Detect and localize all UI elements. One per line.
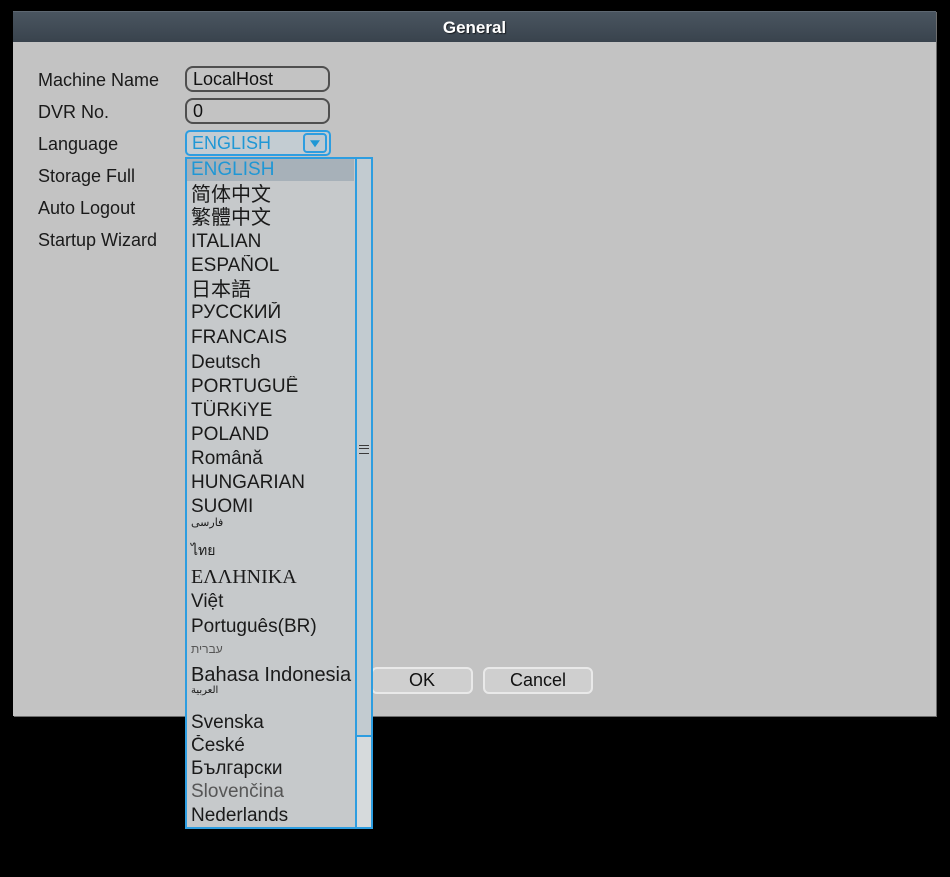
language-label: Language bbox=[38, 133, 118, 155]
dialog-titlebar: General bbox=[13, 11, 936, 42]
scrollbar-grip-icon bbox=[359, 445, 369, 454]
screen-background: General Machine Name DVR No. Language St… bbox=[0, 0, 950, 877]
language-option[interactable]: فارسی bbox=[187, 516, 354, 530]
auto-logout-label: Auto Logout bbox=[38, 197, 135, 219]
language-option[interactable]: HUNGARIAN bbox=[187, 472, 354, 494]
language-option[interactable]: Deutsch bbox=[187, 352, 354, 374]
language-option[interactable]: TÜRKiYE bbox=[187, 400, 354, 422]
machine-name-input[interactable] bbox=[185, 66, 330, 92]
cancel-button[interactable]: Cancel bbox=[483, 667, 593, 694]
language-option[interactable]: ไทย bbox=[187, 541, 354, 559]
scrollbar-thumb[interactable] bbox=[357, 159, 371, 737]
language-option[interactable]: České bbox=[187, 735, 354, 757]
language-option[interactable]: ITALIAN bbox=[187, 231, 354, 253]
language-option[interactable]: עברית bbox=[187, 642, 354, 657]
dvr-no-label: DVR No. bbox=[38, 101, 109, 123]
startup-wizard-label: Startup Wizard bbox=[38, 229, 157, 251]
language-option[interactable]: ESPAÑOL bbox=[187, 255, 354, 277]
language-option[interactable]: Română bbox=[187, 448, 354, 470]
language-option[interactable]: РУССКИЙ bbox=[187, 302, 354, 324]
language-select-value: ENGLISH bbox=[192, 132, 271, 154]
general-settings-dialog: General Machine Name DVR No. Language St… bbox=[13, 11, 936, 716]
language-option[interactable]: العربية bbox=[187, 684, 354, 697]
language-option[interactable]: ΕΛΛΗΝΙΚΑ bbox=[187, 565, 354, 589]
language-option[interactable]: ENGLISH bbox=[187, 159, 354, 181]
language-select[interactable]: ENGLISH bbox=[185, 130, 331, 156]
dropdown-scrollbar[interactable] bbox=[355, 159, 371, 827]
language-option[interactable]: POLAND bbox=[187, 424, 354, 446]
dialog-title: General bbox=[13, 12, 936, 43]
language-option[interactable]: Български bbox=[187, 758, 354, 780]
storage-full-label: Storage Full bbox=[38, 165, 135, 187]
ok-button[interactable]: OK bbox=[371, 667, 473, 694]
language-option[interactable]: Việt bbox=[187, 591, 354, 613]
language-option[interactable]: Nederlands bbox=[187, 805, 354, 827]
dvr-no-input[interactable] bbox=[185, 98, 330, 124]
language-option[interactable]: FRANCAIS bbox=[187, 327, 354, 349]
language-option[interactable]: Slovenčina bbox=[187, 781, 354, 803]
chevron-down-icon bbox=[310, 140, 320, 147]
language-option[interactable]: PORTUGUÊ bbox=[187, 376, 354, 398]
machine-name-label: Machine Name bbox=[38, 69, 159, 91]
language-option[interactable]: 简体中文 bbox=[187, 183, 354, 207]
language-option[interactable]: SUOMI bbox=[187, 496, 354, 518]
language-option[interactable]: Svenska bbox=[187, 712, 354, 734]
language-select-arrow-button[interactable] bbox=[303, 133, 327, 153]
language-dropdown-list: ENGLISH简体中文繁體中文ITALIANESPAÑOL日本語РУССКИЙ F… bbox=[185, 157, 373, 829]
language-option[interactable]: 繁體中文 bbox=[187, 206, 354, 230]
language-option[interactable]: 日本語 bbox=[187, 278, 354, 302]
language-option[interactable]: Português(BR) bbox=[187, 616, 354, 638]
